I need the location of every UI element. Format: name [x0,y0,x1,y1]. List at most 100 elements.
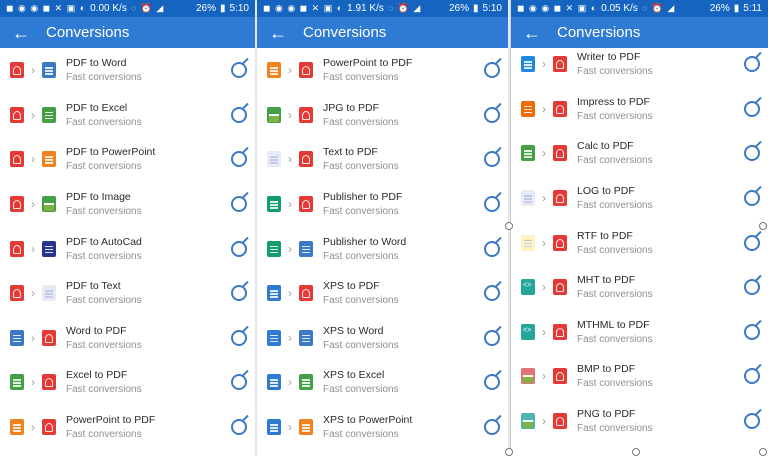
autocad-file-icon [42,240,56,257]
conversion-item-impress-to-pdf[interactable]: › Impress to PDF Fast conversions [511,87,768,132]
convert-target-icon[interactable] [744,145,760,162]
convert-target-icon[interactable] [231,374,247,391]
pdf-file-icon [42,329,56,346]
resize-handle[interactable] [505,222,513,230]
conversion-item-writer-to-pdf[interactable]: › Writer to PDF Fast conversions [511,42,768,87]
convert-target-icon[interactable] [484,329,500,346]
app-bar: ← Conversions [257,17,508,48]
convert-target-icon[interactable] [484,374,500,391]
conversion-item-word-to-pdf[interactable]: › Word to PDF Fast conversions [0,316,255,361]
code-file-icon [521,279,535,296]
conversion-item-rtf-to-pdf[interactable]: › RTF to PDF Fast conversions [511,220,768,265]
convert-target-icon[interactable] [231,240,247,257]
item-subtitle: Fast conversions [577,155,653,167]
conversion-item-excel-to-pdf[interactable]: › Excel to PDF Fast conversions [0,360,255,405]
chevron-right-icon: › [31,375,35,390]
text-file-icon [42,285,56,302]
chevron-right-icon: › [288,420,292,435]
convert-target-icon[interactable] [744,56,760,73]
conversion-item-text-to-pdf[interactable]: › Text to PDF Fast conversions [257,137,508,182]
convert-target-icon[interactable] [484,62,500,79]
writer-file-icon [521,56,535,73]
resize-handle[interactable] [505,448,513,456]
convert-target-icon[interactable] [484,240,500,257]
screenshot-panel-2: ◼ ◉ ◉ ◼ ✕ ▣ ◐ 1.91 K/s ◌ ⏰ ◢ 26% ▮ 5:10 … [257,0,508,456]
item-label: PDF to Image [66,191,131,204]
conversion-item-xps-to-powerpoint[interactable]: › XPS to PowerPoint Fast conversions [257,405,508,450]
convert-target-icon[interactable] [231,106,247,123]
conversion-item-xps-to-excel[interactable]: › XPS to Excel Fast conversions [257,360,508,405]
chevron-right-icon: › [31,107,35,122]
convert-target-icon[interactable] [231,196,247,213]
convert-target-icon[interactable] [744,413,760,430]
convert-target-icon[interactable] [484,196,500,213]
back-arrow-icon[interactable]: ← [523,24,545,42]
convert-target-icon[interactable] [484,419,500,436]
conversion-item-pdf-to-word[interactable]: › PDF to Word Fast conversions [0,48,255,93]
conversion-item-pdf-to-excel[interactable]: › PDF to Excel Fast conversions [0,93,255,138]
chevron-right-icon: › [31,197,35,212]
item-label: Word to PDF [66,324,127,337]
convert-target-icon[interactable] [744,190,760,207]
conversion-item-publisher-to-pdf[interactable]: › Publisher to PDF Fast conversions [257,182,508,227]
item-subtitle: Fast conversions [323,116,399,128]
conversion-item-bmp-to-pdf[interactable]: › BMP to PDF Fast conversions [511,354,768,399]
conversion-item-pdf-to-powerpoint[interactable]: › PDF to PowerPoint Fast conversions [0,137,255,182]
item-label: MTHML to PDF [577,318,650,331]
back-arrow-icon[interactable]: ← [269,24,291,42]
conversion-item-jpg-to-pdf[interactable]: › JPG to PDF Fast conversions [257,93,508,138]
convert-target-icon[interactable] [744,368,760,385]
resize-handle[interactable] [759,448,767,456]
chevron-right-icon: › [31,330,35,345]
item-label: Excel to PDF [66,369,128,382]
resize-handle[interactable] [632,448,640,456]
convert-target-icon[interactable] [231,285,247,302]
conversion-item-png-to-pdf[interactable]: › PNG to PDF Fast conversions [511,399,768,444]
convert-target-icon[interactable] [231,329,247,346]
word-file-icon [299,329,313,346]
conversion-item-publisher-to-word[interactable]: › Publisher to Word Fast conversions [257,226,508,271]
item-subtitle: Fast conversions [323,206,399,218]
conversion-item-calc-to-pdf[interactable]: › Calc to PDF Fast conversions [511,131,768,176]
resize-handle[interactable] [759,222,767,230]
item-label: PDF to PowerPoint [66,146,156,159]
convert-target-icon[interactable] [484,285,500,302]
page-title: Conversions [46,24,130,41]
chevron-right-icon: › [542,146,546,161]
network-speed: 0.00 K/s [90,3,127,14]
pdf-file-icon [553,100,567,117]
screenshot-panel-3: ◼ ◉ ◉ ◼ ✕ ▣ ◐ 0.05 K/s ◌ ⏰ ◢ 26% ▮ 5:11 … [510,0,768,456]
conversion-item-pdf-to-text[interactable]: › PDF to Text Fast conversions [0,271,255,316]
conversion-item-mthml-to-pdf[interactable]: › MTHML to PDF Fast conversions [511,310,768,355]
word-file-icon [299,240,313,257]
convert-target-icon[interactable] [231,419,247,436]
pdf-file-icon [553,234,567,251]
conversion-item-powerpoint-to-pdf[interactable]: › PowerPoint to PDF Fast conversions [0,405,255,450]
convert-target-icon[interactable] [231,151,247,168]
item-subtitle: Fast conversions [66,339,142,351]
network-speed: 1.91 K/s [347,3,384,14]
conversion-item-xps-to-word[interactable]: › XPS to Word Fast conversions [257,316,508,361]
convert-target-icon[interactable] [744,279,760,296]
conversion-item-pdf-to-autocad[interactable]: › PDF to AutoCad Fast conversions [0,226,255,271]
pdf-file-icon [553,368,567,385]
conversion-item-xps-to-pdf[interactable]: › XPS to PDF Fast conversions [257,271,508,316]
excel-file-icon [10,374,24,391]
convert-target-icon[interactable] [231,62,247,79]
back-arrow-icon[interactable]: ← [12,24,34,42]
chevron-right-icon: › [288,152,292,167]
conversion-item-log-to-pdf[interactable]: › LOG to PDF Fast conversions [511,176,768,221]
convert-target-icon[interactable] [744,323,760,340]
pdf-file-icon [42,419,56,436]
convert-target-icon[interactable] [744,234,760,251]
chevron-right-icon: › [31,152,35,167]
conversion-item-pdf-to-image[interactable]: › PDF to Image Fast conversions [0,182,255,227]
convert-target-icon[interactable] [744,100,760,117]
chevron-right-icon: › [288,197,292,212]
conversion-item-powerpoint-to-pdf[interactable]: › PowerPoint to PDF Fast conversions [257,48,508,93]
convert-target-icon[interactable] [484,106,500,123]
item-label: PDF to Text [66,280,121,293]
conversion-item-mht-to-pdf[interactable]: › MHT to PDF Fast conversions [511,265,768,310]
convert-target-icon[interactable] [484,151,500,168]
item-label: PDF to Word [66,57,127,70]
